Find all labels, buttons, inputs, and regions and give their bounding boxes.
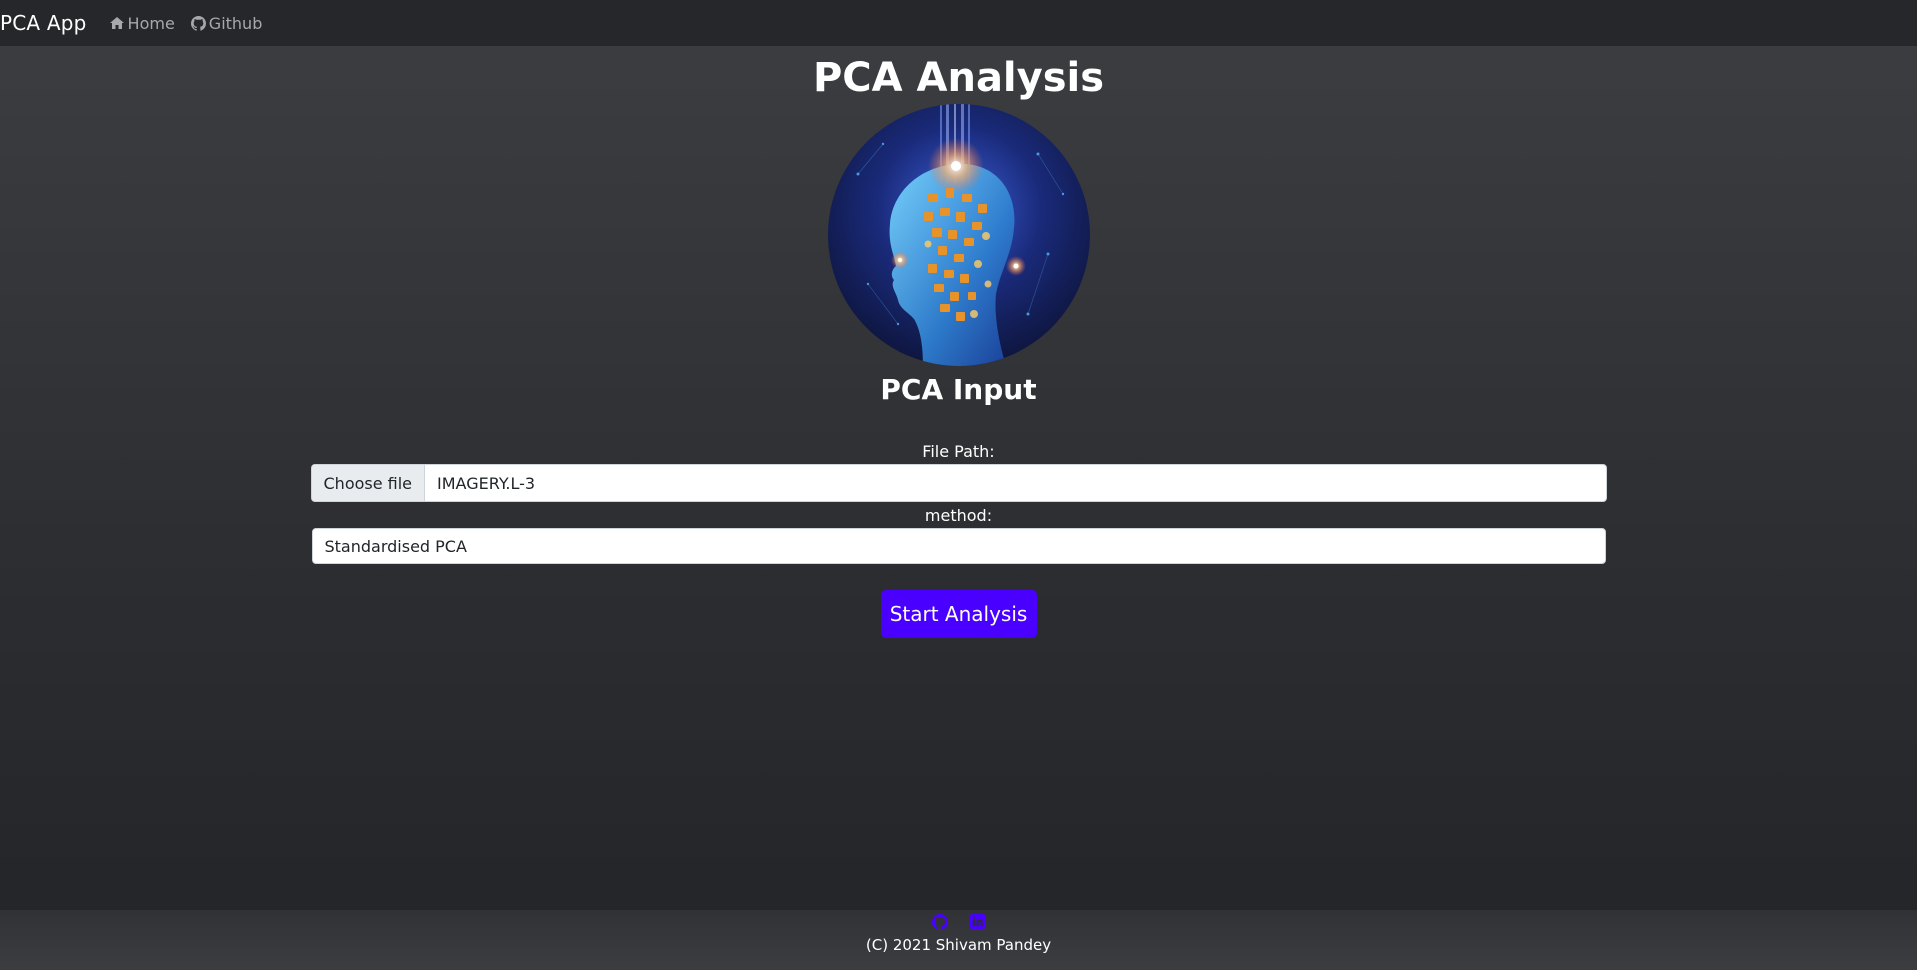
page-title: PCA Analysis [812, 55, 1105, 101]
github-icon [932, 914, 948, 930]
footer-github-link[interactable] [932, 914, 948, 932]
choose-file-button[interactable]: Choose file [311, 465, 426, 501]
copyright-text: (C) 2021 Shivam Pandey [865, 936, 1052, 954]
section-title: PCA Input [880, 373, 1037, 406]
file-path-input[interactable]: Choose file IMAGERY.L-3 [310, 464, 1607, 502]
main-content: PCA Analysis PCA Input File Path: Choose… [0, 46, 1917, 638]
method-label: method: [924, 506, 993, 525]
nav-link-github[interactable]: Github [190, 13, 263, 33]
hero-image [827, 104, 1090, 366]
nav-link-home[interactable]: Home [109, 14, 175, 33]
nav-link-home-label: Home [127, 13, 175, 33]
github-icon [190, 15, 206, 31]
footer-social-links [932, 914, 985, 932]
nav-link-github-label: Github [208, 13, 263, 33]
file-path-label: File Path: [922, 442, 995, 461]
method-input[interactable]: Standardised PCA [311, 528, 1606, 564]
brand-link[interactable]: PCA App [0, 11, 87, 35]
home-icon [109, 17, 124, 29]
footer-linkedin-link[interactable] [970, 914, 985, 932]
pca-input-form: File Path: Choose file IMAGERY.L-3 metho… [310, 440, 1607, 638]
selected-file-name: IMAGERY.L-3 [437, 473, 536, 493]
linkedin-icon [970, 914, 985, 929]
start-analysis-button[interactable]: Start Analysis [880, 590, 1037, 638]
navbar: PCA App Home Github [0, 0, 1917, 46]
head-network-illustration [827, 104, 1090, 366]
footer: (C) 2021 Shivam Pandey [0, 910, 1917, 970]
